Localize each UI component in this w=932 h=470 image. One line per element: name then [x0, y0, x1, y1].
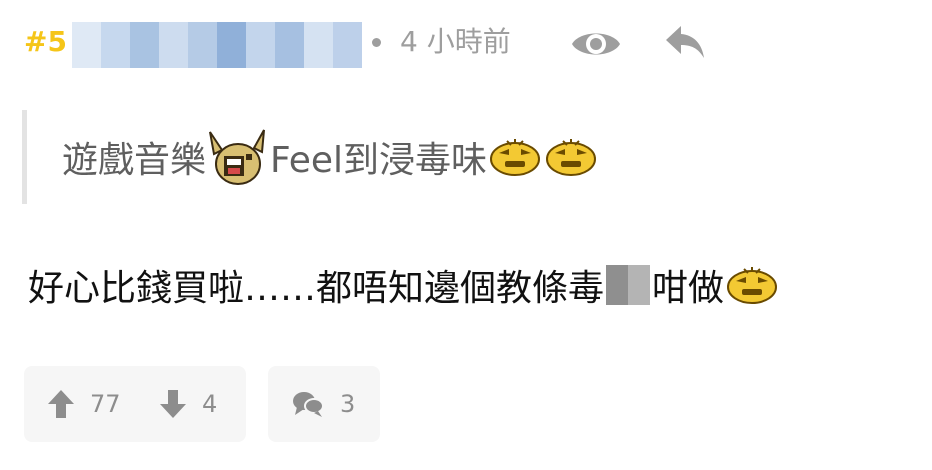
- arrow-up-icon: [48, 390, 74, 418]
- body-text-end: 咁做: [652, 268, 725, 309]
- post-body: 好心比錢買啦……都唔知邊個教條毒 咁做: [28, 252, 780, 318]
- body-text-start: 好心比錢買啦……都唔知邊個教條毒: [28, 268, 605, 309]
- comment-button[interactable]: 3: [268, 366, 380, 442]
- username-blurred[interactable]: [72, 22, 362, 68]
- vote-box: 77 4: [24, 366, 246, 442]
- quote-block: 遊戲音樂 Feel到浸毒味: [62, 122, 599, 192]
- view-button[interactable]: [570, 26, 622, 62]
- eye-icon: [572, 33, 620, 55]
- quote-text-end: Feel到浸毒味: [270, 140, 488, 181]
- post-time: 4 小時前: [400, 25, 511, 58]
- hehe-emoticon-icon: [546, 139, 597, 176]
- quote-text-start: 遊戲音樂: [62, 140, 207, 181]
- dog-laugh-emoticon-icon: [209, 129, 266, 185]
- upvote-button[interactable]: 77: [46, 386, 121, 422]
- censored-word-block: [606, 265, 651, 305]
- separator-dot: [372, 38, 381, 47]
- comment-count: 3: [340, 390, 356, 418]
- hehe-emoticon-icon: [727, 267, 778, 304]
- reply-arrow-icon: [666, 26, 704, 58]
- quote-bar: [22, 110, 27, 204]
- downvote-button[interactable]: 4: [158, 386, 217, 422]
- upvote-count: 77: [90, 390, 121, 418]
- post-number: #5: [24, 25, 67, 58]
- arrow-down-icon: [160, 390, 186, 418]
- reply-button[interactable]: [664, 22, 706, 62]
- downvote-count: 4: [202, 390, 218, 418]
- hehe-emoticon-icon: [490, 139, 541, 176]
- speech-bubbles-icon: [293, 392, 324, 417]
